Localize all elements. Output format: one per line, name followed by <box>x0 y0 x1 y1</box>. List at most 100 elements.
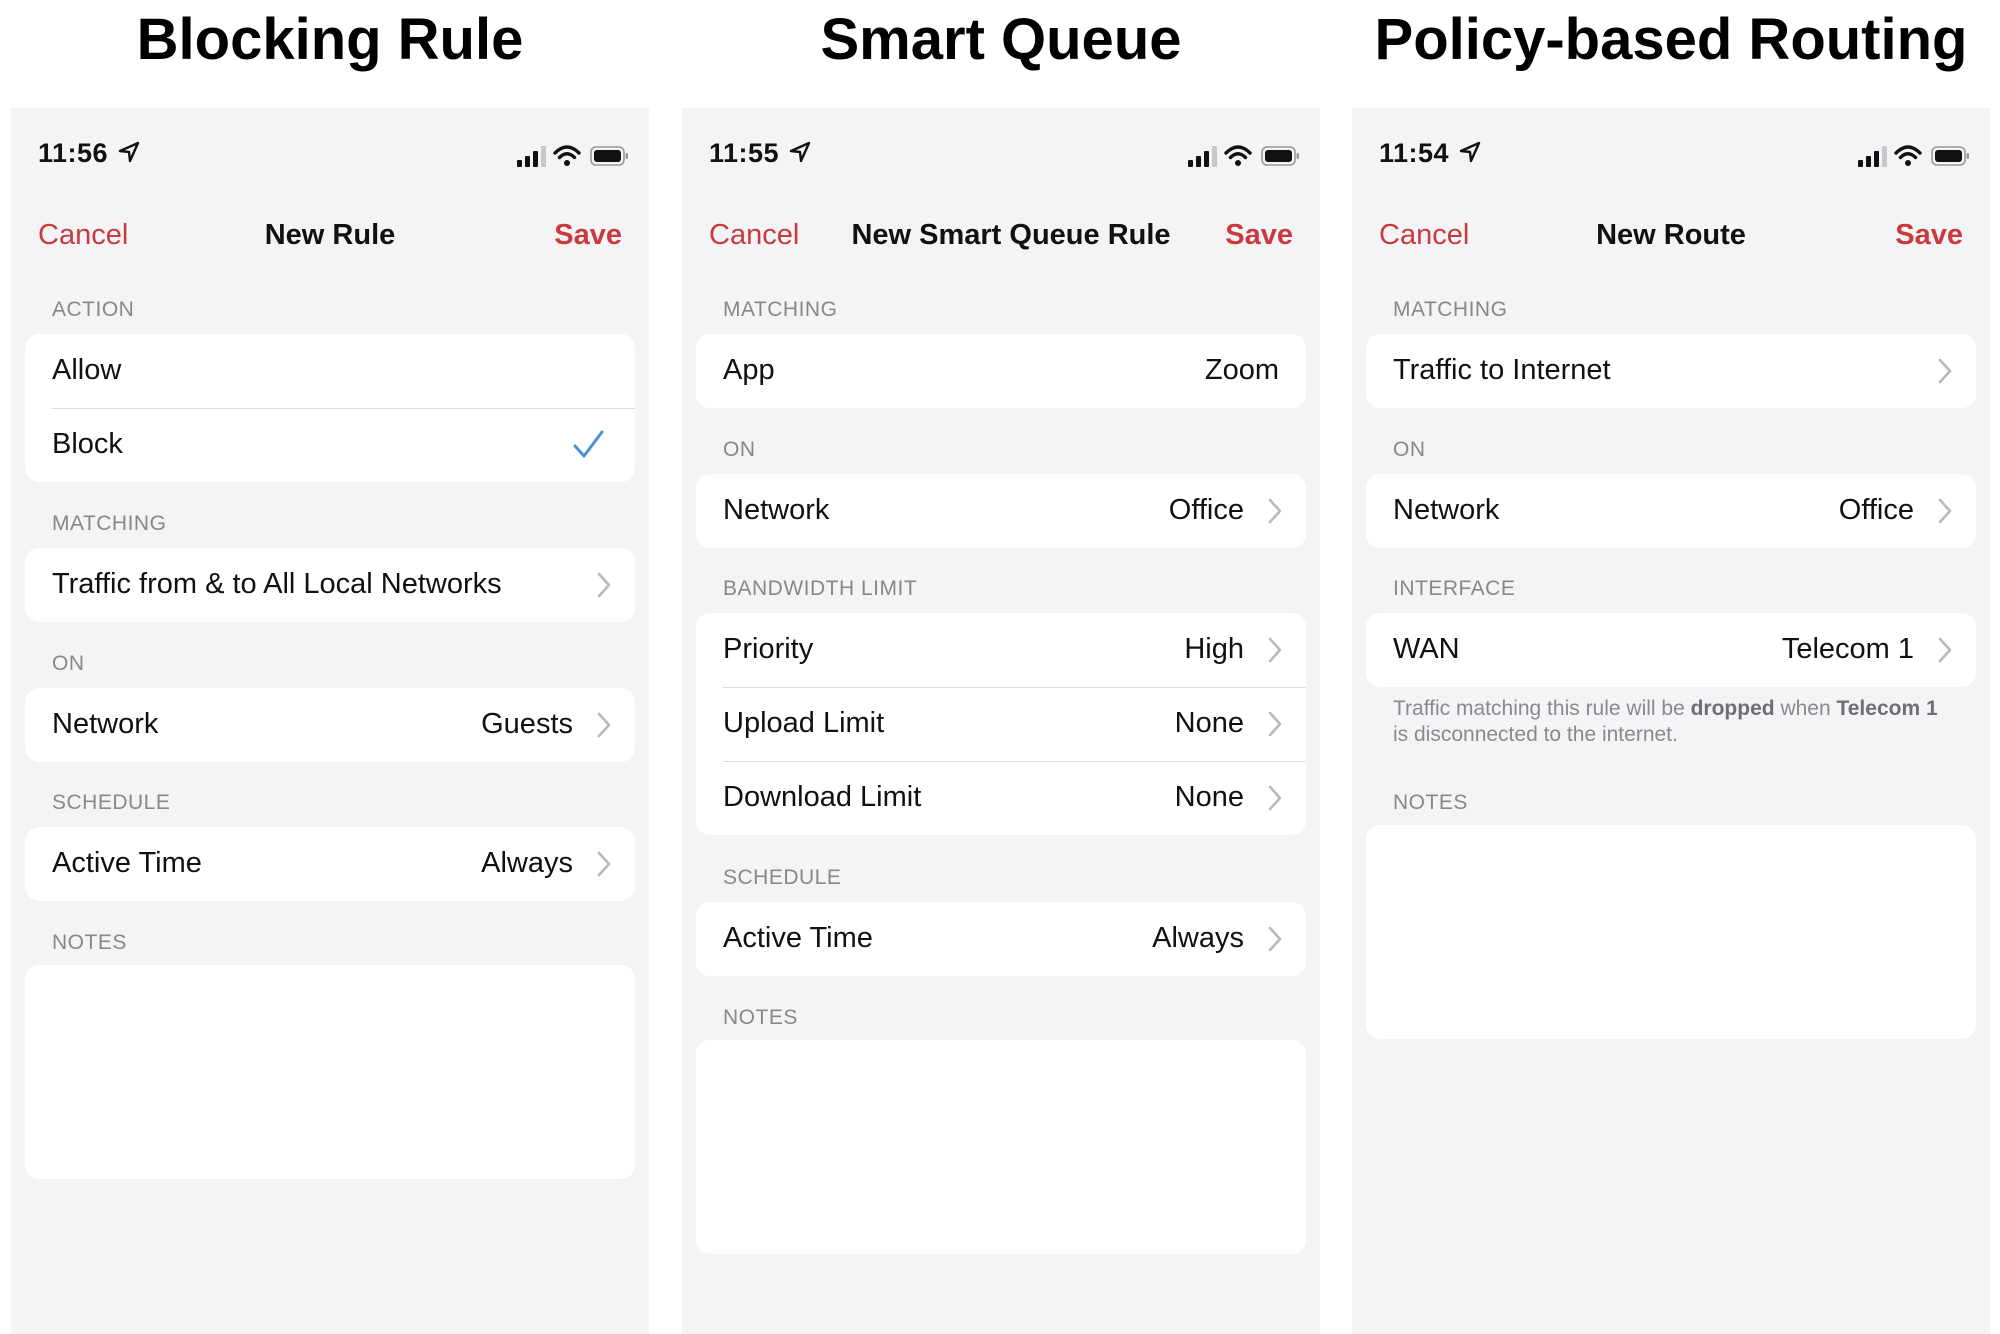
active-time-value: Always <box>481 847 573 879</box>
status-icons <box>1182 141 1302 171</box>
wan-row[interactable]: WAN Telecom 1 <box>1366 613 1976 687</box>
section-header-on: ON <box>723 438 756 461</box>
network-row[interactable]: Network Office <box>696 474 1306 548</box>
status-bar: 11:56 <box>38 138 631 172</box>
action-option-allow[interactable]: Allow <box>25 334 635 408</box>
section-header-matching: MATCHING <box>52 512 167 535</box>
active-time-label: Active Time <box>52 847 202 879</box>
notes-field[interactable] <box>1366 825 1976 1039</box>
chevron-right-icon <box>1938 358 1952 384</box>
upload-limit-row[interactable]: Upload Limit None <box>696 687 1306 761</box>
wan-label: WAN <box>1393 633 1460 665</box>
section-header-matching: MATCHING <box>1393 298 1508 321</box>
navigation-bar: New Rule Cancel Save <box>11 213 649 263</box>
matching-value: Traffic from & to All Local Networks <box>52 568 502 600</box>
priority-row[interactable]: Priority High <box>696 613 1306 687</box>
matching-row[interactable]: Traffic to Internet <box>1366 334 1976 408</box>
section-header-on: ON <box>52 652 85 675</box>
status-time: 11:55 <box>709 138 780 168</box>
status-icons <box>511 141 631 171</box>
wan-value: Telecom 1 <box>1781 633 1914 665</box>
network-value: Office <box>1838 494 1914 526</box>
network-value: Office <box>1168 494 1244 526</box>
save-button[interactable]: Save <box>554 219 622 252</box>
status-time: 11:54 <box>1379 138 1450 168</box>
section-header-action: ACTION <box>52 298 135 321</box>
matching-group: App Zoom <box>696 334 1306 408</box>
blocking-rule-screen: 11:56 New Rule Cancel Save ACTION Allow … <box>11 108 649 1334</box>
chevron-right-icon <box>1268 498 1282 524</box>
section-header-notes: NOTES <box>1393 791 1468 814</box>
chevron-right-icon <box>597 851 611 877</box>
priority-value: High <box>1184 633 1244 665</box>
section-header-schedule: SCHEDULE <box>52 791 171 814</box>
section-header-notes: NOTES <box>52 931 127 954</box>
section-header-bandwidth-limit: BANDWIDTH LIMIT <box>723 577 918 600</box>
app-value: Zoom <box>1204 354 1279 386</box>
app-label: App <box>723 354 775 386</box>
active-time-row[interactable]: Active Time Always <box>696 902 1306 976</box>
app-row[interactable]: App Zoom <box>696 334 1306 408</box>
matching-value: Traffic to Internet <box>1393 354 1611 386</box>
download-limit-row[interactable]: Download Limit None <box>696 761 1306 835</box>
navigation-bar: New Route Cancel Save <box>1352 213 1990 263</box>
status-bar: 11:54 <box>1379 138 1972 172</box>
chevron-right-icon <box>1268 637 1282 663</box>
panel-heading-policy-based-routing: Policy-based Routing <box>1374 7 1968 72</box>
chevron-right-icon <box>1268 711 1282 737</box>
network-row[interactable]: Network Office <box>1366 474 1976 548</box>
status-bar: 11:55 <box>709 138 1302 172</box>
action-option-label: Allow <box>52 354 122 386</box>
matching-row[interactable]: Traffic from & to All Local Networks <box>25 548 635 622</box>
bandwidth-group: Priority High Upload Limit None Download… <box>696 613 1306 835</box>
section-header-notes: NOTES <box>723 1006 798 1029</box>
interface-group: WAN Telecom 1 <box>1366 613 1976 687</box>
chevron-right-icon <box>1268 926 1282 952</box>
status-time: 11:56 <box>38 138 109 168</box>
download-limit-label: Download Limit <box>723 781 922 813</box>
save-button[interactable]: Save <box>1895 219 1963 252</box>
network-label: Network <box>1393 494 1500 526</box>
action-option-block[interactable]: Block <box>25 408 635 482</box>
network-label: Network <box>723 494 830 526</box>
network-row[interactable]: Network Guests <box>25 688 635 762</box>
location-arrow-icon <box>1459 141 1481 163</box>
footnote-text: is disconnected to the internet. <box>1393 723 1678 746</box>
chevron-right-icon <box>1268 785 1282 811</box>
section-header-schedule: SCHEDULE <box>723 866 842 889</box>
chevron-right-icon <box>597 572 611 598</box>
download-limit-value: None <box>1174 781 1244 813</box>
priority-label: Priority <box>723 633 814 665</box>
status-icons <box>1852 141 1972 171</box>
chevron-right-icon <box>597 712 611 738</box>
section-header-matching: MATCHING <box>723 298 838 321</box>
smart-queue-screen: 11:55 New Smart Queue Rule Cancel Save M… <box>682 108 1320 1334</box>
network-value: Guests <box>481 708 573 740</box>
checkmark-icon <box>573 430 604 458</box>
chevron-right-icon <box>1938 637 1952 663</box>
chevron-right-icon <box>1938 498 1952 524</box>
navigation-bar: New Smart Queue Rule Cancel Save <box>682 213 1320 263</box>
action-group: Allow Block <box>25 334 635 482</box>
notes-field[interactable] <box>25 965 635 1179</box>
matching-group: Traffic from & to All Local Networks <box>25 548 635 622</box>
cancel-button[interactable]: Cancel <box>1379 219 1469 252</box>
upload-limit-label: Upload Limit <box>723 707 885 739</box>
upload-limit-value: None <box>1174 707 1244 739</box>
matching-group: Traffic to Internet <box>1366 334 1976 408</box>
footnote-text: Traffic matching this rule will be <box>1393 697 1691 720</box>
schedule-group: Active Time Always <box>25 827 635 901</box>
cancel-button[interactable]: Cancel <box>709 219 799 252</box>
panel-heading-blocking-rule: Blocking Rule <box>136 7 524 72</box>
save-button[interactable]: Save <box>1225 219 1293 252</box>
on-group: Network Office <box>1366 474 1976 548</box>
location-arrow-icon <box>789 141 811 163</box>
active-time-row[interactable]: Active Time Always <box>25 827 635 901</box>
network-label: Network <box>52 708 159 740</box>
panel-heading-smart-queue: Smart Queue <box>820 7 1182 72</box>
cancel-button[interactable]: Cancel <box>38 219 128 252</box>
notes-field[interactable] <box>696 1040 1306 1254</box>
section-header-interface: INTERFACE <box>1393 577 1516 600</box>
footnote-bold-dropped: dropped <box>1690 697 1775 720</box>
section-header-on: ON <box>1393 438 1426 461</box>
